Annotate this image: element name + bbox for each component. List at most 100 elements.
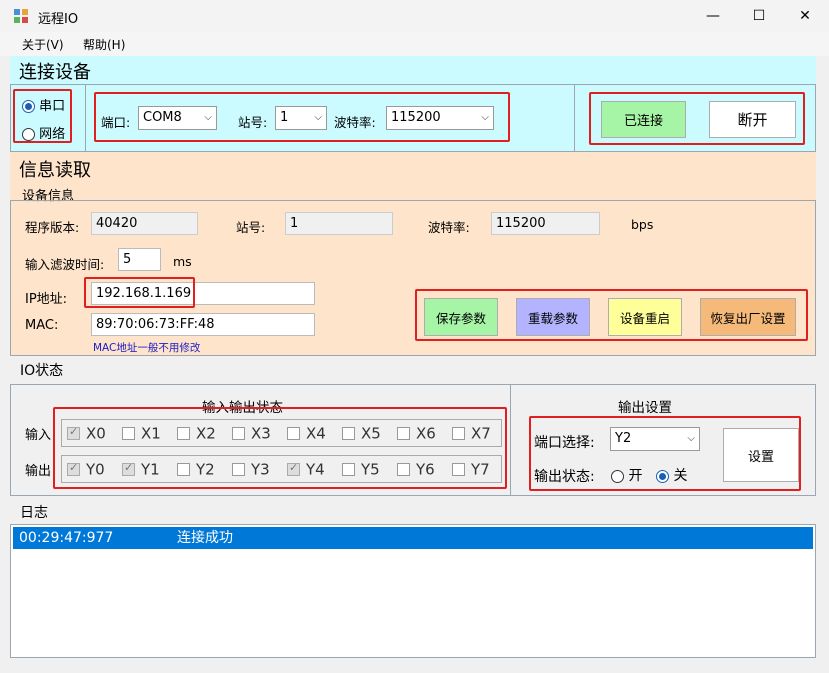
disconnect-button[interactable]: 断开 bbox=[709, 101, 796, 138]
fw-field: 40420 bbox=[91, 212, 198, 235]
input-label: 输入 bbox=[25, 428, 52, 443]
chevron-down-icon: ⌵ bbox=[204, 112, 212, 123]
checkbox-unchecked-icon bbox=[342, 463, 355, 476]
station-select[interactable]: 1 ⌵ bbox=[275, 106, 327, 130]
reload-params-button[interactable]: 重载参数 bbox=[516, 298, 590, 336]
info-station-field: 1 bbox=[285, 212, 393, 235]
checkbox-unchecked-icon bbox=[177, 427, 190, 440]
log-list[interactable]: 00:29:47:977 连接成功 bbox=[10, 524, 816, 658]
input-label: X3 bbox=[251, 424, 271, 443]
output-port-select[interactable]: Y2 ⌵ bbox=[610, 427, 700, 451]
input-checkbox-x0[interactable]: X0 bbox=[67, 424, 106, 443]
input-checkbox-x5[interactable]: X5 bbox=[342, 424, 381, 443]
output-off-radio[interactable]: 关 bbox=[656, 465, 687, 485]
divider bbox=[85, 84, 86, 152]
info-title: 信息读取 bbox=[19, 160, 91, 181]
output-label: Y4 bbox=[306, 460, 325, 479]
checkbox-unchecked-icon bbox=[122, 427, 135, 440]
output-label: Y3 bbox=[251, 460, 270, 479]
port-value: COM8 bbox=[143, 110, 182, 125]
output-checkbox-y4[interactable]: Y4 bbox=[287, 460, 325, 479]
network-radio[interactable]: 网络 bbox=[22, 123, 65, 142]
filter-label: 输入滤波时间: bbox=[25, 257, 105, 272]
chevron-down-icon: ⌵ bbox=[687, 433, 695, 444]
log-row[interactable]: 00:29:47:977 连接成功 bbox=[13, 527, 813, 549]
station-value: 1 bbox=[280, 110, 289, 125]
input-checkbox-x1[interactable]: X1 bbox=[122, 424, 161, 443]
port-select-label: 端口选择: bbox=[534, 435, 595, 451]
mac-hint: MAC地址一般不用修改 bbox=[93, 342, 201, 354]
port-label: 端口: bbox=[101, 115, 131, 130]
chevron-down-icon: ⌵ bbox=[314, 112, 322, 123]
checkbox-unchecked-icon bbox=[287, 427, 300, 440]
info-baud-label: 波特率: bbox=[428, 220, 470, 235]
output-checkbox-y3[interactable]: Y3 bbox=[232, 460, 270, 479]
minimize-icon[interactable]: — bbox=[690, 0, 736, 32]
connect-title: 连接设备 bbox=[19, 62, 91, 83]
checkbox-checked-icon bbox=[67, 425, 80, 440]
output-label: Y2 bbox=[196, 460, 215, 479]
checkbox-unchecked-icon bbox=[452, 463, 465, 476]
connected-button[interactable]: 已连接 bbox=[601, 101, 686, 138]
info-baud-field: 115200 bbox=[491, 212, 600, 235]
input-checkbox-x2[interactable]: X2 bbox=[177, 424, 216, 443]
output-settings-title: 输出设置 bbox=[618, 400, 672, 416]
output-checkbox-y5[interactable]: Y5 bbox=[342, 460, 380, 479]
output-checkbox-y7[interactable]: Y7 bbox=[452, 460, 490, 479]
output-label: Y6 bbox=[416, 460, 435, 479]
checkbox-checked-icon bbox=[67, 461, 80, 476]
menu-help[interactable]: 帮助(H) bbox=[83, 36, 125, 53]
mac-input[interactable]: 89:70:06:73:FF:48 bbox=[91, 313, 315, 336]
checkbox-unchecked-icon bbox=[342, 427, 355, 440]
baud-unit: bps bbox=[631, 217, 654, 232]
radio-on-icon bbox=[656, 469, 669, 483]
input-checkbox-x3[interactable]: X3 bbox=[232, 424, 271, 443]
input-label: X2 bbox=[196, 424, 216, 443]
input-label: X6 bbox=[416, 424, 436, 443]
output-checkbox-y1[interactable]: Y1 bbox=[122, 460, 160, 479]
maximize-icon[interactable]: ☐ bbox=[736, 0, 782, 32]
radio-off-icon bbox=[22, 128, 35, 141]
input-checkbox-x4[interactable]: X4 bbox=[287, 424, 326, 443]
save-params-button[interactable]: 保存参数 bbox=[424, 298, 498, 336]
input-checkbox-x7[interactable]: X7 bbox=[452, 424, 491, 443]
serial-label: 串口 bbox=[39, 99, 66, 114]
checkbox-unchecked-icon bbox=[397, 427, 410, 440]
output-label: Y0 bbox=[86, 460, 105, 479]
set-output-button[interactable]: 设置 bbox=[723, 428, 799, 482]
log-time: 00:29:47:977 bbox=[19, 530, 114, 546]
output-label: Y1 bbox=[141, 460, 160, 479]
output-label: 输出 bbox=[25, 464, 52, 479]
ip-label: IP地址: bbox=[25, 292, 68, 307]
output-checkbox-y2[interactable]: Y2 bbox=[177, 460, 215, 479]
off-label: 关 bbox=[673, 468, 688, 484]
output-on-radio[interactable]: 开 bbox=[611, 465, 642, 485]
output-checkbox-y0[interactable]: Y0 bbox=[67, 460, 105, 479]
input-label: X5 bbox=[361, 424, 381, 443]
baud-select[interactable]: 115200 ⌵ bbox=[386, 106, 494, 130]
checkbox-unchecked-icon bbox=[177, 463, 190, 476]
menu-about[interactable]: 关于(V) bbox=[22, 36, 64, 53]
port-select[interactable]: COM8 ⌵ bbox=[138, 106, 217, 130]
restart-device-button[interactable]: 设备重启 bbox=[608, 298, 682, 336]
log-message: 连接成功 bbox=[177, 530, 233, 546]
output-port-value: Y2 bbox=[615, 431, 632, 446]
input-label: X4 bbox=[306, 424, 326, 443]
output-checkbox-y6[interactable]: Y6 bbox=[397, 460, 435, 479]
filter-input[interactable]: 5 bbox=[118, 248, 161, 271]
mac-label: MAC: bbox=[25, 318, 59, 333]
input-label: X7 bbox=[471, 424, 491, 443]
station-label: 站号: bbox=[238, 115, 268, 130]
highlight-ip bbox=[84, 277, 195, 308]
window-title: 远程IO bbox=[38, 12, 79, 27]
serial-radio[interactable]: 串口 bbox=[22, 95, 65, 114]
input-label: X1 bbox=[141, 424, 161, 443]
close-icon[interactable]: ✕ bbox=[782, 0, 828, 32]
factory-reset-button[interactable]: 恢复出厂设置 bbox=[700, 298, 796, 336]
info-station-label: 站号: bbox=[236, 220, 266, 235]
app-icon bbox=[14, 9, 28, 23]
checkbox-unchecked-icon bbox=[452, 427, 465, 440]
filter-unit: ms bbox=[173, 254, 192, 269]
input-checkbox-x6[interactable]: X6 bbox=[397, 424, 436, 443]
radio-on-icon bbox=[22, 100, 35, 113]
